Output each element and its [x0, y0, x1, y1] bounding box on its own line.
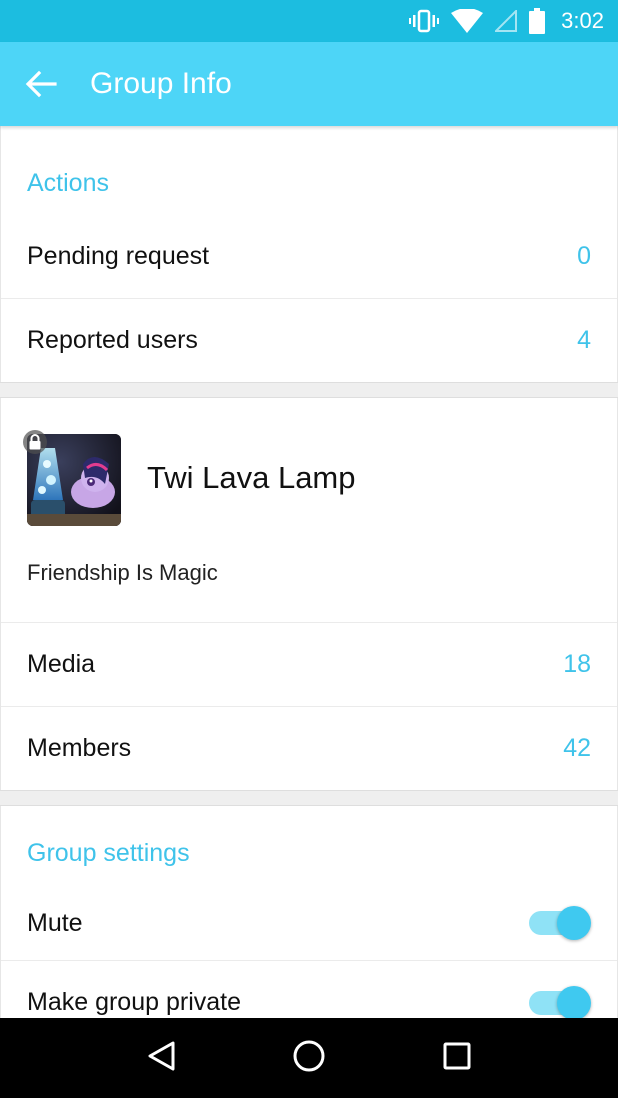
- vibrate-icon: [409, 9, 440, 33]
- content: Actions Pending request 0 Reported users…: [0, 126, 618, 1018]
- recents-square-icon[interactable]: [442, 1041, 472, 1076]
- mute-row: Mute: [1, 886, 617, 960]
- mute-toggle[interactable]: [529, 906, 591, 940]
- actions-card: Actions Pending request 0 Reported users…: [0, 126, 618, 382]
- make-group-private-label: Make group private: [27, 988, 242, 1016]
- page-title: Group Info: [90, 67, 232, 100]
- settings-card: Group settings Mute Make group private: [0, 806, 618, 1018]
- settings-header: Group settings: [27, 839, 190, 867]
- signal-icon: [495, 10, 518, 32]
- reported-users-label: Reported users: [27, 326, 198, 354]
- reported-users-count: 4: [577, 326, 591, 354]
- group-card: Twi Lava Lamp Friendship Is Magic Media …: [0, 398, 618, 790]
- members-row[interactable]: Members 42: [1, 706, 617, 790]
- media-row[interactable]: Media 18: [1, 622, 617, 706]
- lock-icon: [23, 430, 47, 454]
- make-group-private-toggle[interactable]: [529, 985, 591, 1018]
- group-description: Friendship Is Magic: [27, 560, 218, 585]
- section-divider: [0, 790, 618, 806]
- make-group-private-row: Make group private: [1, 960, 617, 1018]
- app-bar: Group Info: [0, 42, 618, 126]
- battery-icon: [529, 8, 546, 34]
- members-label: Members: [27, 734, 132, 762]
- toggle-knob: [557, 906, 591, 940]
- status-time: 3:02: [561, 8, 604, 33]
- home-circle-icon[interactable]: [292, 1039, 326, 1078]
- navigation-bar: [0, 1018, 618, 1098]
- pending-request-count: 0: [577, 241, 591, 270]
- pending-request-row[interactable]: Pending request 0: [1, 214, 617, 298]
- group-name: Twi Lava Lamp: [147, 460, 356, 495]
- pending-request-label: Pending request: [27, 241, 210, 270]
- back-button[interactable]: [0, 42, 82, 126]
- reported-users-row[interactable]: Reported users 4: [1, 298, 617, 382]
- wifi-icon: [451, 9, 484, 33]
- toggle-knob: [557, 985, 591, 1018]
- actions-header: Actions: [27, 169, 109, 197]
- status-bar: 3:02: [0, 0, 618, 42]
- media-count: 18: [563, 650, 591, 678]
- arrow-left-icon: [25, 70, 57, 98]
- back-triangle-icon[interactable]: [146, 1040, 176, 1077]
- members-count: 42: [563, 734, 591, 762]
- mute-label: Mute: [27, 908, 83, 937]
- media-label: Media: [27, 650, 96, 678]
- section-divider: [0, 382, 618, 398]
